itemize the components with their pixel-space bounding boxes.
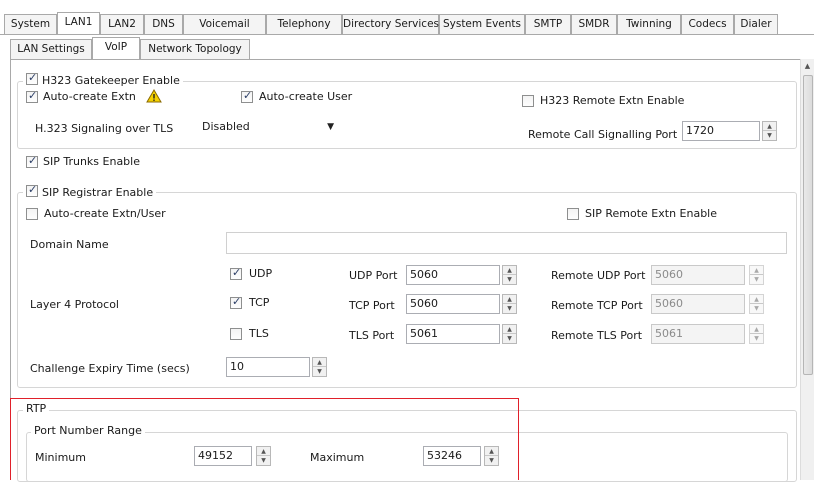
udp-port-input[interactable]: 5060 (406, 265, 500, 285)
remote-udp-port-input[interactable]: 5060 (651, 265, 745, 285)
challenge-expiry-input[interactable]: 10 (226, 357, 310, 377)
tab-lan-settings[interactable]: LAN Settings (10, 39, 92, 59)
h323-remote-extn-label: H323 Remote Extn Enable (540, 94, 685, 107)
spin-up-icon[interactable]: ▲ (503, 266, 516, 275)
tab-voicemail[interactable]: Voicemail (183, 14, 266, 34)
spin-up-icon[interactable]: ▲ (763, 122, 776, 131)
tls-label: TLS (249, 327, 269, 340)
remote-tcp-port-spinner[interactable]: ▲ ▼ (749, 294, 764, 314)
challenge-expiry-spinner[interactable]: ▲ ▼ (312, 357, 327, 377)
remote-udp-port-label: Remote UDP Port (551, 269, 646, 282)
spin-up-icon[interactable]: ▲ (503, 325, 516, 334)
auto-create-extn-user-label: Auto-create Extn/User (44, 207, 166, 220)
remote-tcp-port-input[interactable]: 5060 (651, 294, 745, 314)
auto-create-user-checkbox[interactable] (241, 89, 253, 103)
layer4-protocol-label: Layer 4 Protocol (30, 298, 119, 311)
tls-checkbox[interactable] (230, 328, 242, 340)
h323-legend: H323 Gatekeeper Enable (23, 71, 183, 87)
tls-port-spinner[interactable]: ▲ ▼ (502, 324, 517, 344)
tab-dns[interactable]: DNS (144, 14, 183, 34)
auto-create-extn-label: Auto-create Extn (43, 90, 136, 103)
spin-down-icon[interactable]: ▼ (503, 334, 516, 343)
sip-registrar-group (17, 192, 797, 388)
udp-port-label: UDP Port (349, 269, 398, 282)
spin-up-icon[interactable]: ▲ (313, 358, 326, 367)
spin-down-icon[interactable]: ▼ (763, 131, 776, 140)
spin-up-icon[interactable]: ▲ (750, 266, 763, 275)
sip-remote-extn-checkbox[interactable] (567, 208, 579, 220)
tcp-port-spinner[interactable]: ▲ ▼ (502, 294, 517, 314)
spin-down-icon[interactable]: ▼ (313, 367, 326, 376)
tab-lan1[interactable]: LAN1 (57, 12, 100, 34)
tab-twinning[interactable]: Twinning (617, 14, 681, 34)
tab-system-events[interactable]: System Events (439, 14, 525, 34)
sip-registrar-legend: SIP Registrar Enable (23, 183, 157, 199)
remote-call-signalling-port-label: Remote Call Signalling Port (528, 128, 678, 141)
sub-tab-bar: LAN Settings VoIP Network Topology (0, 37, 814, 59)
h323-signaling-tls-label: H.323 Signaling over TLS (35, 122, 174, 135)
remote-call-signalling-port-spinner[interactable]: ▲ ▼ (762, 121, 777, 141)
tcp-port-label: TCP Port (349, 299, 395, 312)
spin-up-icon[interactable]: ▲ (503, 295, 516, 304)
spin-down-icon[interactable]: ▼ (503, 275, 516, 284)
main-tab-bar: System LAN1 LAN2 DNS Voicemail Telephony… (0, 12, 814, 34)
challenge-expiry-label: Challenge Expiry Time (secs) (30, 362, 190, 375)
tab-lan2[interactable]: LAN2 (100, 14, 144, 34)
tls-port-label: TLS Port (349, 329, 395, 342)
rtp-highlight-box (10, 398, 519, 480)
sip-registrar-label: SIP Registrar Enable (42, 186, 154, 199)
chevron-down-icon: ▼ (327, 122, 334, 132)
spin-down-icon[interactable]: ▼ (750, 275, 763, 284)
h323-gatekeeper-checkbox[interactable] (26, 71, 38, 85)
tab-network-topology[interactable]: Network Topology (140, 39, 250, 59)
spin-down-icon[interactable]: ▼ (750, 304, 763, 313)
tcp-label: TCP (249, 296, 270, 309)
tab-system[interactable]: System (4, 14, 57, 34)
remote-udp-port-spinner[interactable]: ▲ ▼ (749, 265, 764, 285)
scrollbar-thumb[interactable] (803, 75, 813, 375)
tab-dialer[interactable]: Dialer (734, 14, 778, 34)
h323-gatekeeper-label: H323 Gatekeeper Enable (42, 74, 180, 87)
warning-icon (146, 89, 162, 103)
tab-smtp[interactable]: SMTP (525, 14, 571, 34)
sip-remote-extn-label: SIP Remote Extn Enable (585, 207, 718, 220)
auto-create-extn-checkbox[interactable] (26, 89, 38, 103)
sip-registrar-checkbox[interactable] (26, 183, 38, 197)
tab-codecs[interactable]: Codecs (681, 14, 734, 34)
udp-checkbox[interactable] (230, 266, 242, 280)
auto-create-user-label: Auto-create User (259, 90, 353, 103)
spin-up-icon[interactable]: ▲ (750, 325, 763, 334)
spin-down-icon[interactable]: ▼ (503, 304, 516, 313)
h323-signaling-tls-value: Disabled (202, 120, 250, 133)
scroll-up-icon[interactable]: ▲ (801, 59, 814, 73)
auto-create-extn-user-checkbox[interactable] (26, 208, 38, 220)
vertical-scrollbar[interactable]: ▲ (800, 59, 814, 480)
tab-smdr[interactable]: SMDR (571, 14, 617, 34)
tcp-checkbox[interactable] (230, 295, 242, 309)
tab-directory-services[interactable]: Directory Services (342, 14, 439, 34)
remote-tls-port-label: Remote TLS Port (551, 329, 643, 342)
remote-tls-port-input[interactable]: 5061 (651, 324, 745, 344)
h323-remote-extn-checkbox[interactable] (522, 95, 534, 107)
remote-tls-port-spinner[interactable]: ▲ ▼ (749, 324, 764, 344)
domain-name-label: Domain Name (30, 238, 109, 251)
tls-port-input[interactable]: 5061 (406, 324, 500, 344)
tab-telephony[interactable]: Telephony (266, 14, 342, 34)
spin-down-icon[interactable]: ▼ (750, 334, 763, 343)
sip-trunks-checkbox[interactable] (26, 154, 38, 168)
tcp-port-input[interactable]: 5060 (406, 294, 500, 314)
udp-label: UDP (249, 267, 273, 280)
h323-signaling-tls-select[interactable]: Disabled ▼ (198, 118, 340, 138)
remote-call-signalling-port-input[interactable]: 1720 (682, 121, 760, 141)
domain-name-input[interactable] (226, 232, 787, 254)
main-tab-divider (0, 34, 814, 35)
sip-trunks-label: SIP Trunks Enable (43, 155, 140, 168)
udp-port-spinner[interactable]: ▲ ▼ (502, 265, 517, 285)
remote-tcp-port-label: Remote TCP Port (551, 299, 643, 312)
spin-up-icon[interactable]: ▲ (750, 295, 763, 304)
tab-voip[interactable]: VoIP (92, 37, 140, 59)
